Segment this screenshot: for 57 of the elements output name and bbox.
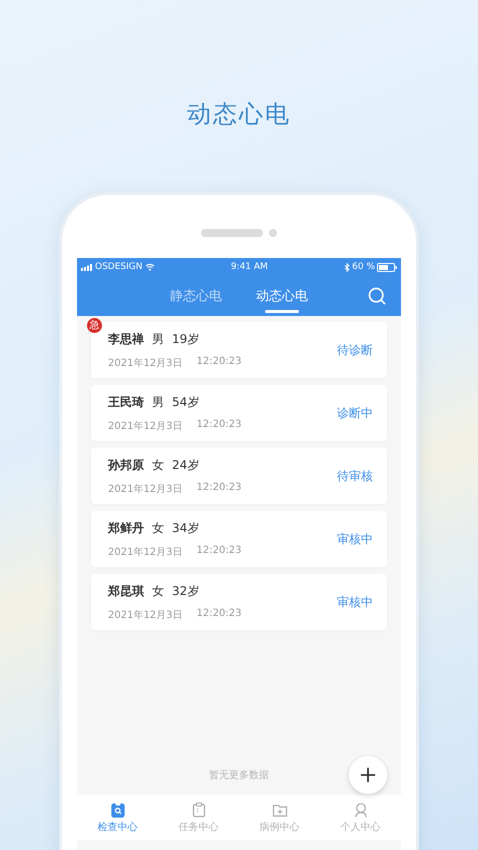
bluetooth-icon <box>344 262 350 272</box>
tab[interactable]: 动态心电 <box>256 276 308 316</box>
speaker-grill <box>201 228 263 236</box>
record-time: 12:20:23 <box>196 482 242 494</box>
patient-age: 32岁 <box>172 582 200 600</box>
signal-icon <box>81 264 93 270</box>
record-time: 12:20:23 <box>196 418 242 432</box>
patient-gender: 女 <box>152 520 164 536</box>
battery-percent: 60 % <box>352 262 375 272</box>
patient-age: 19岁 <box>172 330 200 348</box>
record-card[interactable]: 郑昆琪 女 32岁 2021年12月3日 12:20:23 审核中 <box>91 574 387 630</box>
record-time: 12:20:23 <box>196 356 242 368</box>
nav-item[interactable]: 任务中心 <box>158 795 239 840</box>
carrier-name: OSDESIGN <box>95 262 142 272</box>
record-status: 待审核 <box>337 468 373 484</box>
urgent-badge: 急 <box>87 318 102 333</box>
no-more-data-text: 暂无更多数据 <box>209 768 269 782</box>
patient-age: 54岁 <box>172 394 200 410</box>
patient-name: 孙邦原 <box>108 456 144 474</box>
tab[interactable]: 静态心电 <box>170 276 222 316</box>
record-card[interactable]: 王民琦 男 54岁 2021年12月3日 12:20:23 诊断中 <box>91 385 387 441</box>
record-date: 2021年12月3日 <box>108 546 183 558</box>
record-date: 2021年12月3日 <box>108 482 183 496</box>
status-time: 9:41 AM <box>230 262 268 272</box>
patient-age: 24岁 <box>172 456 200 474</box>
patient-name: 李思禅 <box>108 330 144 348</box>
battery-icon <box>377 262 397 272</box>
patient-name: 郑昆琪 <box>108 582 144 600</box>
patient-age: 34岁 <box>172 520 200 536</box>
record-card[interactable]: 郑鲜丹 女 34岁 2021年12月3日 12:20:23 审核中 <box>91 511 387 567</box>
record-status: 待诊断 <box>337 342 373 358</box>
record-date: 2021年12月3日 <box>108 356 183 370</box>
add-button[interactable] <box>349 756 387 794</box>
nav-item[interactable]: 个人中心 <box>320 795 401 840</box>
record-card[interactable]: 孙邦原 女 24岁 2021年12月3日 12:20:23 待审核 <box>91 448 387 504</box>
record-time: 12:20:23 <box>196 608 242 620</box>
patient-gender: 男 <box>152 394 164 410</box>
record-status: 审核中 <box>337 594 373 610</box>
person-icon <box>352 802 368 818</box>
clipboard-icon <box>190 802 206 818</box>
record-time: 12:20:23 <box>196 544 242 558</box>
nav-item[interactable]: 检查中心 <box>77 795 158 840</box>
search-icon[interactable] <box>367 286 387 306</box>
record-date: 2021年12月3日 <box>108 608 183 622</box>
patient-gender: 女 <box>152 582 164 600</box>
record-date: 2021年12月3日 <box>108 420 183 432</box>
record-status: 诊断中 <box>337 404 373 422</box>
page-title: 动态心电 <box>187 99 291 130</box>
patient-name: 郑鲜丹 <box>108 520 144 536</box>
patient-name: 王民琦 <box>108 394 144 410</box>
camera-dot <box>269 228 277 236</box>
clipboard-search-icon <box>110 802 126 818</box>
patient-gender: 女 <box>152 456 164 474</box>
record-status: 审核中 <box>337 530 373 548</box>
nav-item[interactable]: 病例中心 <box>239 795 320 840</box>
wifi-icon <box>144 263 154 271</box>
patient-gender: 男 <box>152 330 164 348</box>
